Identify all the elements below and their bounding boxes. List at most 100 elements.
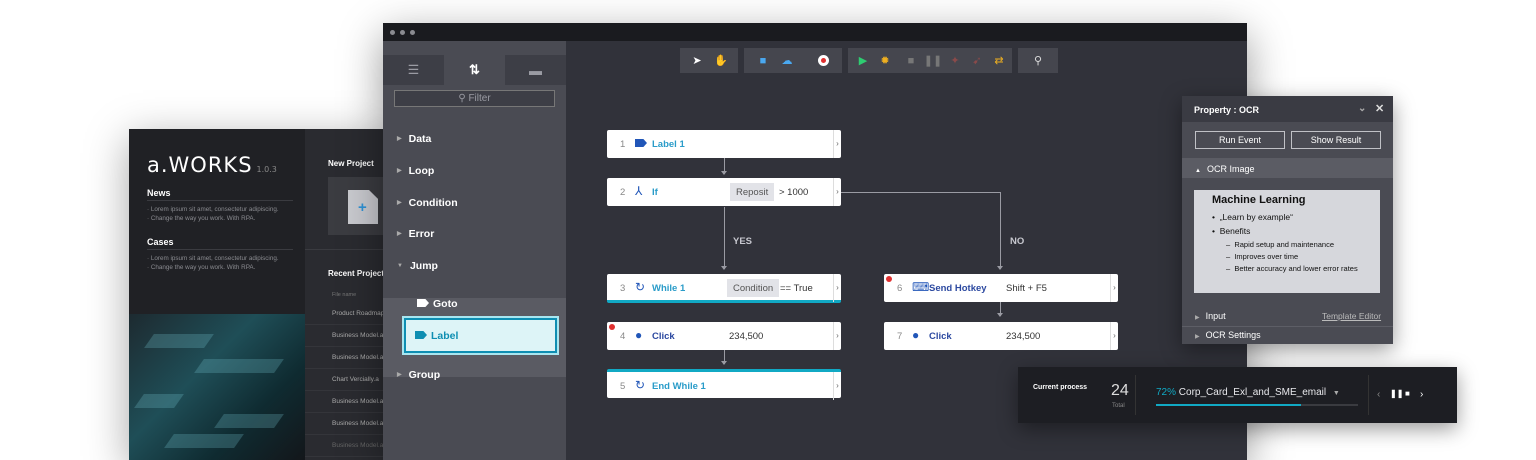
file-row[interactable]: Business Model.a [305,413,389,435]
tree-item-goto[interactable]: Goto [417,298,458,310]
previous-icon[interactable]: ‹ [1377,389,1380,400]
folder-icon[interactable]: ▬ [505,55,566,85]
tree-item-data[interactable]: ▶ Data [397,133,431,145]
tree-item-condition[interactable]: ▶ Condition [397,197,458,209]
slide-bullet: • „Learn by example“ [1212,212,1293,222]
flow-node-label[interactable]: 1 Label 1 › [607,130,841,158]
new-document-icon: + [348,190,378,224]
node-argument: > 1000 [779,187,809,198]
chevron-right-icon[interactable]: › [833,274,841,302]
flow-node-click[interactable]: 7 ● Click 234,500 › [884,322,1118,350]
new-project-button[interactable]: + [328,177,386,235]
run-event-button[interactable]: Run Event [1195,131,1285,149]
chevron-right-icon[interactable]: › [833,322,841,350]
filter-input[interactable]: ⚲ Filter [394,90,555,107]
input-section[interactable]: ▶ Input [1195,311,1226,321]
progress-track [1156,404,1358,406]
show-result-button[interactable]: Show Result [1291,131,1381,149]
title-bar [383,23,1247,41]
slide-bullet: • Benefits [1212,226,1251,236]
total-label: Total [1112,403,1125,409]
chevron-right-icon[interactable]: › [1110,322,1118,350]
divider [147,200,293,201]
tree-item-group[interactable]: ▶ Group [397,369,440,381]
chevron-right-icon[interactable]: › [833,130,841,158]
node-number: 1 [620,139,626,150]
tree-item-label[interactable]: Label [404,318,557,353]
file-row[interactable]: Business Model.a [305,347,389,369]
node-name: Label 1 [652,139,685,150]
activity-palette: « ☰ ⇅ ▬ ⚲ Filter ▶Data ▶Loop ▶Condition … [383,41,566,460]
home-main: New Project + Recent Projects File name … [305,129,389,460]
progress-percent: 72% [1156,387,1177,398]
variable-chip[interactable]: Reposit [730,183,775,201]
ocr-image-section[interactable]: ▲ OCR Image [1182,158,1393,178]
save-icon[interactable]: ■ [752,48,774,73]
list-icon[interactable]: ☰ [383,55,444,85]
slide-subbullet: – Improves over time [1226,252,1299,261]
cases-line[interactable]: · Lorem ipsum sit amet, consectetur adip… [147,254,279,263]
hand-icon[interactable]: ✋ [710,48,732,73]
chevron-right-icon[interactable]: › [1110,274,1118,302]
yes-branch-label: YES [733,236,753,247]
stop-icon[interactable]: ■ [900,48,922,73]
panel-title: Property : OCR [1194,105,1260,115]
sort-icon[interactable]: ⇅ [444,55,505,85]
news-line[interactable]: · Lorem ipsum sit amet, consectetur adip… [147,205,279,214]
window-close-dot[interactable] [390,30,395,35]
current-process-label: Current process [1033,384,1088,391]
pause-icon[interactable]: ❚❚ [1390,389,1403,398]
pause-icon[interactable]: ❚❚ [922,48,944,73]
pointer-icon[interactable]: ➤ [686,48,708,73]
divider [305,249,389,250]
breakpoint-dot[interactable] [886,276,892,282]
play-icon[interactable]: ▶ [852,48,874,73]
upload-cloud-icon[interactable]: ☁ [776,48,798,73]
file-row[interactable]: Business Model.a [305,435,389,457]
breakpoint-dot[interactable] [609,324,615,330]
flow-node-send-hotkey[interactable]: 6 ⌨ Send Hotkey Shift + F5 › [884,274,1118,302]
node-name: Send Hotkey [929,283,987,294]
flow-node-click[interactable]: 4 ● Click 234,500 › [607,322,841,350]
record-icon[interactable] [812,48,834,73]
window-maximize-dot[interactable] [410,30,415,35]
cases-line[interactable]: · Change the way you work. With RPA. [147,263,255,272]
ocr-settings-section[interactable]: ▶ OCR Settings [1195,330,1261,340]
loop-icon: ↻ [635,378,646,392]
file-row[interactable]: Chart Vercially.a [305,369,389,391]
template-editor-link[interactable]: Template Editor [1322,311,1381,321]
slide-subbullet: – Rapid setup and maintenance [1226,240,1334,249]
tree-item-jump[interactable]: ▼ Jump [397,260,438,272]
node-number: 7 [897,331,903,342]
window-minimize-dot[interactable] [400,30,405,35]
node-argument: == True [780,283,813,294]
close-icon[interactable]: ✕ [1375,102,1384,115]
next-icon[interactable]: › [1420,389,1423,400]
app-version: 1.0.3 [256,165,277,174]
collapse-icon[interactable]: ⌄ [1358,103,1366,114]
stop-icon[interactable]: ■ [1405,389,1410,398]
tree-item-error[interactable]: ▶ Error [397,228,434,240]
flow-node-end-while[interactable]: 5 ↻ End While 1 › [607,369,841,400]
toolbar-group: ▶ ✹ ■ ❚❚ ✦ ➹ ⇄ [848,48,1012,73]
file-row[interactable]: Business Model.a [305,391,389,413]
flow-node-if[interactable]: 2 ⅄ If Reposit > 1000 › [607,178,841,206]
caret-right-icon: ▶ [397,200,402,206]
step-over-icon[interactable]: ➹ [966,48,988,73]
variable-chip[interactable]: Condition [727,279,780,297]
step-out-icon[interactable]: ⇄ [988,48,1010,73]
process-selector[interactable]: 72% Corp_Card_Exl_and_SME_email ▼ [1156,387,1340,398]
caret-right-icon: ▶ [397,168,402,174]
caret-right-icon: ▶ [397,136,402,142]
debug-icon[interactable]: ✹ [874,48,896,73]
tree-item-loop[interactable]: ▶ Loop [397,165,434,177]
news-line[interactable]: · Change the way you work. With RPA. [147,214,255,223]
flow-node-while[interactable]: 3 ↻ While 1 Condition == True › [607,274,841,303]
search-icon[interactable]: ⚲ [1027,48,1049,73]
step-into-icon[interactable]: ✦ [944,48,966,73]
tag-icon [635,137,647,149]
file-row[interactable]: Product Roadmap [305,303,389,325]
chevron-right-icon[interactable]: › [833,372,841,400]
file-row[interactable]: Business Model.a [305,325,389,347]
chevron-right-icon[interactable]: › [833,178,841,206]
